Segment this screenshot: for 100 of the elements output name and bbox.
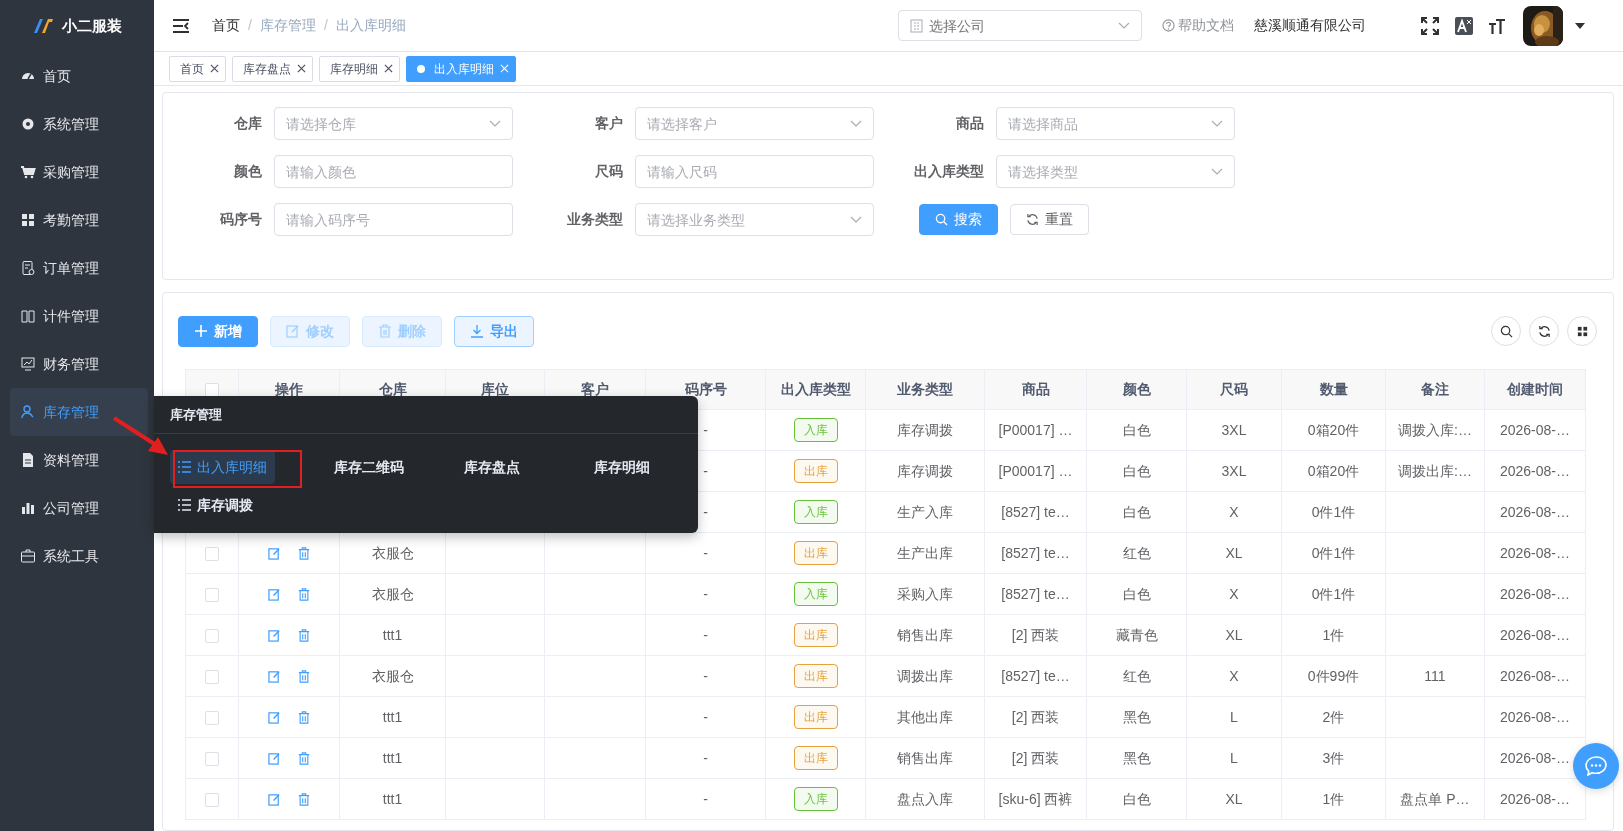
document-icon [20,260,36,276]
toolbox-icon [20,548,36,564]
select-field[interactable]: 请选择客户 [636,108,873,139]
trash-icon[interactable] [298,629,310,643]
table-cell: 衣服仓 [371,544,414,561]
table-cell: - [703,503,708,520]
edit-icon[interactable] [268,793,281,807]
search-button[interactable] [1491,316,1521,346]
dot-icon [417,64,425,73]
menu-item[interactable]: 库存二维码 [326,450,412,484]
sidebar-item[interactable]: 系统工具 [10,532,148,580]
edit-icon[interactable] [268,752,281,766]
table-cell: 1件 [1322,790,1345,807]
edit-icon[interactable] [268,547,281,561]
table-cell: 衣服仓 [371,667,414,684]
status-tag: 入库 [793,418,838,442]
table-cell: 2026-08-… [1499,667,1570,684]
page-tab[interactable]: 库存明细 [319,55,400,82]
table-cell: 2026-08-… [1499,708,1570,725]
select-field[interactable]: 请选择商品 [997,108,1234,139]
grid-icon [1575,324,1589,338]
trash-icon[interactable] [298,711,310,725]
edit-icon[interactable] [268,711,281,725]
sidebar-item[interactable]: 资料管理 [10,436,148,484]
close-icon[interactable] [384,64,393,73]
caret-down-icon[interactable] [1575,22,1585,29]
checkbox[interactable] [205,546,219,561]
checkbox[interactable] [205,669,219,684]
chevron-down-icon [1211,168,1223,176]
reset-button[interactable]: 重置 [1010,204,1089,235]
close-icon[interactable] [297,64,306,73]
table-cell: 1件 [1322,626,1345,643]
trash-icon[interactable] [298,547,310,561]
menu-item[interactable]: 出入库明细 [170,450,275,484]
input-field[interactable]: 请输入码序号 [275,204,512,235]
table-cell: 3XL [1221,421,1247,438]
checkbox[interactable] [205,710,219,725]
checkbox[interactable] [205,792,219,807]
checkbox[interactable] [205,383,219,398]
field-label: 颜色 [233,162,262,181]
company-select[interactable]: 选择公司 [899,11,1141,40]
checkbox[interactable] [205,587,219,602]
page-tab[interactable]: 库存盘点 [232,55,313,82]
table-cell: 0箱20件 [1307,421,1360,438]
select-field[interactable]: 请选择类型 [997,156,1234,187]
menu-item[interactable]: 库存明细 [586,450,658,484]
gear-icon [20,116,36,132]
sidebar-item[interactable]: 计件管理 [10,292,148,340]
menu-item[interactable]: 库存调拨 [170,488,261,522]
input-field[interactable]: 请输入尺码 [636,156,873,187]
chevron-down-icon [1118,22,1130,30]
columns-button[interactable] [1567,316,1597,346]
page-tab[interactable]: 首页 [169,55,226,82]
table-cell: [2] 西装 [1011,626,1060,643]
font-size-icon[interactable] [1488,16,1506,35]
table-cell: 0件1件 [1311,503,1356,520]
close-icon[interactable] [210,64,219,73]
column-header: 颜色 [1086,369,1187,410]
edit-icon [286,324,300,338]
trash-icon[interactable] [298,670,310,684]
sidebar-item[interactable]: 公司管理 [10,484,148,532]
column-header: 商品 [984,369,1087,410]
menu-item[interactable]: 库存盘点 [456,450,528,484]
table-cell: [2] 西装 [1011,749,1060,766]
table-cell: [P00017] … [998,462,1073,479]
table-cell: X [1229,585,1239,602]
sidebar-item[interactable]: 财务管理 [10,340,148,388]
sidebar-item[interactable]: 库存管理 [10,388,148,436]
checkbox[interactable] [205,628,219,643]
table-cell: 盘点单 P… [1400,790,1470,807]
edit-icon[interactable] [268,588,281,602]
sidebar-item[interactable]: 首页 [10,52,148,100]
chevron-down-icon [1211,120,1223,128]
sidebar-item[interactable]: 订单管理 [10,244,148,292]
table-cell: 红色 [1122,544,1151,561]
edit-icon[interactable] [268,629,281,643]
book-icon [20,308,36,324]
table-cell: 库存调拨 [897,462,953,479]
fullscreen-icon[interactable] [1421,16,1439,35]
search-icon [1499,324,1513,338]
sidebar-item[interactable]: 考勤管理 [10,196,148,244]
checkbox[interactable] [205,751,219,766]
translate-icon[interactable] [1455,16,1473,35]
user-icon [20,404,36,420]
sidebar-item[interactable]: 采购管理 [10,148,148,196]
input-field[interactable]: 请输入颜色 [275,156,512,187]
select-field[interactable]: 请选择仓库 [275,108,512,139]
field-label: 客户 [594,114,623,133]
trash-icon[interactable] [298,752,310,766]
refresh-button[interactable] [1529,316,1559,346]
refresh-icon [1026,213,1039,226]
breadcrumb-item[interactable]: 首页 [212,15,240,36]
sidebar-item[interactable]: 系统管理 [10,100,148,148]
table-cell: 2026-08-… [1499,626,1570,643]
trash-icon[interactable] [298,588,310,602]
column-header: 数量 [1281,369,1386,410]
menu-icon[interactable] [172,17,190,34]
select-field[interactable]: 请选择业务类型 [636,204,873,235]
edit-icon[interactable] [268,670,281,684]
trash-icon[interactable] [298,793,310,807]
